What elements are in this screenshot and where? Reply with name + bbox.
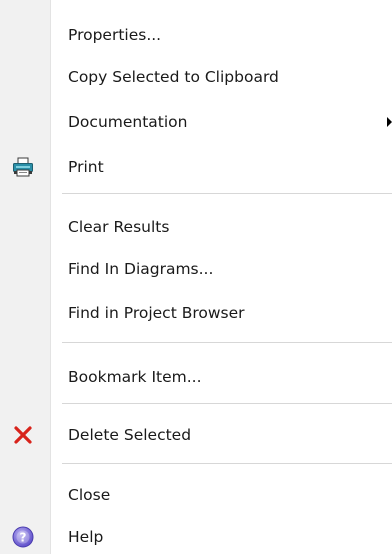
menu-item-label: Bookmark Item... bbox=[68, 368, 202, 386]
delete-x-icon bbox=[11, 423, 35, 447]
menu-item-label: Find in Project Browser bbox=[68, 304, 245, 322]
menu-item-label: Clear Results bbox=[68, 218, 170, 236]
menu-item-label: Help bbox=[68, 528, 104, 546]
help-icon: ? bbox=[11, 525, 35, 549]
printer-icon bbox=[11, 155, 35, 179]
menu-separator bbox=[62, 193, 392, 194]
submenu-arrow-icon bbox=[387, 117, 392, 127]
menu-item-label: Close bbox=[68, 486, 111, 504]
menu-separator bbox=[62, 463, 392, 464]
menu-item-copy-selected[interactable]: Copy Selected to Clipboard bbox=[0, 60, 392, 94]
menu-item-help[interactable]: ? Help bbox=[0, 520, 392, 554]
menu-item-label: Documentation bbox=[68, 113, 188, 131]
menu-item-close[interactable]: Close bbox=[0, 478, 392, 512]
svg-text:?: ? bbox=[20, 531, 27, 545]
menu-item-properties[interactable]: Properties... bbox=[0, 18, 392, 52]
menu-item-clear-results[interactable]: Clear Results bbox=[0, 210, 392, 244]
menu-item-label: Delete Selected bbox=[68, 426, 192, 444]
menu-item-label: Find In Diagrams... bbox=[68, 260, 214, 278]
context-menu: Properties... Copy Selected to Clipboard… bbox=[0, 0, 392, 554]
menu-item-label: Copy Selected to Clipboard bbox=[68, 68, 279, 86]
menu-item-label: Properties... bbox=[68, 26, 162, 44]
menu-item-delete-selected[interactable]: Delete Selected bbox=[0, 418, 392, 452]
menu-separator bbox=[62, 342, 392, 343]
menu-item-print[interactable]: Print bbox=[0, 150, 392, 184]
menu-item-documentation[interactable]: Documentation bbox=[0, 105, 392, 139]
menu-item-bookmark-item[interactable]: Bookmark Item... bbox=[0, 360, 392, 394]
menu-item-label: Print bbox=[68, 158, 104, 176]
menu-item-find-in-project-browser[interactable]: Find in Project Browser bbox=[0, 296, 392, 330]
menu-separator bbox=[62, 403, 392, 404]
menu-item-find-in-diagrams[interactable]: Find In Diagrams... bbox=[0, 252, 392, 286]
